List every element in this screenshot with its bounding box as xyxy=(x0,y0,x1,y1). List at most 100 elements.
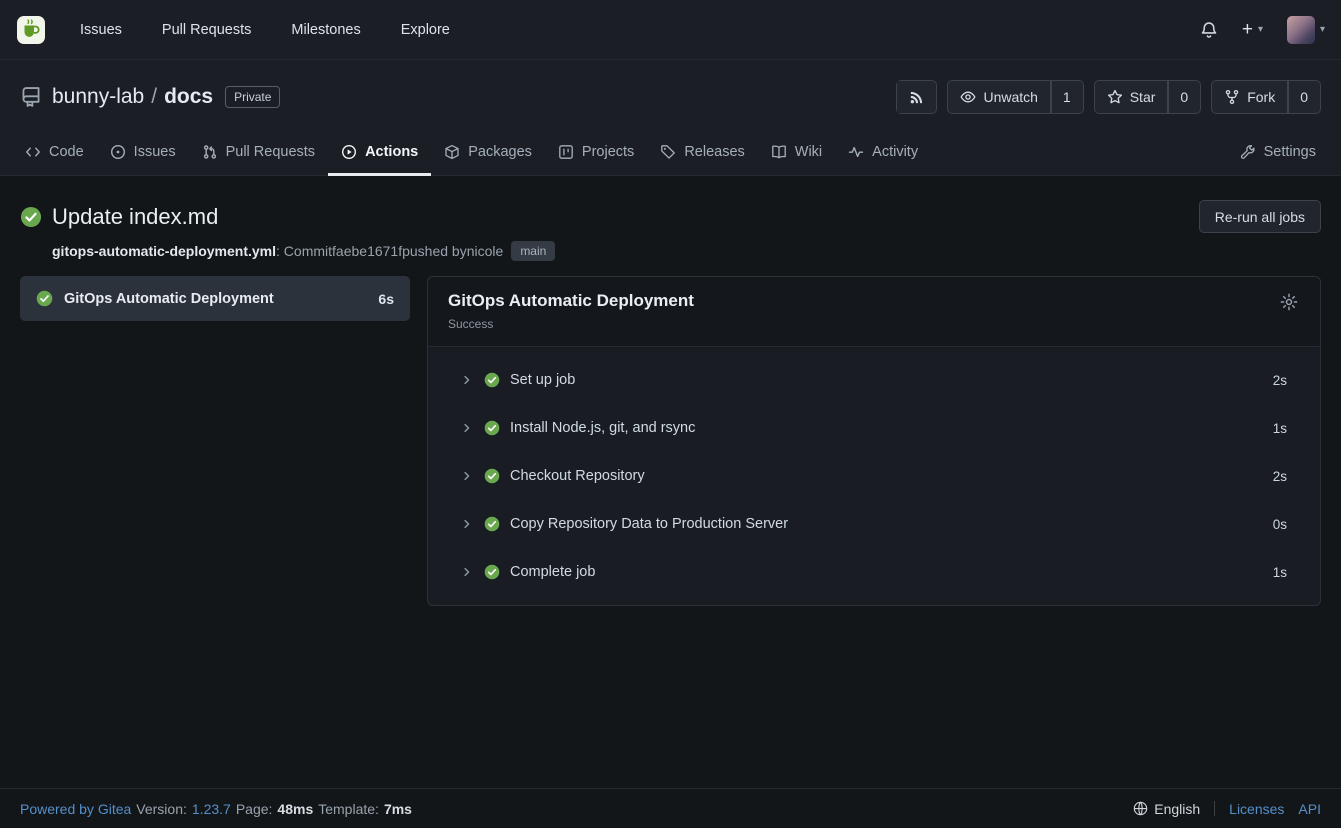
template-time: 7ms xyxy=(384,801,412,817)
actions-icon xyxy=(341,144,357,160)
nav-item-milestones[interactable]: Milestones xyxy=(271,0,380,60)
powered-by-link[interactable]: Powered by Gitea xyxy=(20,801,131,817)
tab-activity[interactable]: Activity xyxy=(835,130,931,176)
repository-icon xyxy=(20,86,42,108)
rerun-all-jobs-button[interactable]: Re-run all jobs xyxy=(1199,200,1321,233)
globe-icon xyxy=(1133,801,1148,816)
top-navbar: Issues Pull Requests Milestones Explore … xyxy=(0,0,1341,60)
step-name: Complete job xyxy=(510,564,1273,580)
job-sidebar: GitOps Automatic Deployment 6s xyxy=(20,276,410,321)
star-icon xyxy=(1107,89,1123,105)
licenses-link[interactable]: Licenses xyxy=(1229,801,1284,817)
package-icon xyxy=(444,144,460,160)
plus-icon: + xyxy=(1242,20,1253,39)
tab-wiki[interactable]: Wiki xyxy=(758,130,835,176)
repo-title: bunny-lab / docs xyxy=(52,85,213,109)
bell-icon xyxy=(1200,21,1218,39)
footer: Powered by Gitea Version: 1.23.7 Page: 4… xyxy=(0,788,1341,828)
repo-name-link[interactable]: docs xyxy=(164,85,213,109)
tools-icon xyxy=(1240,144,1256,160)
primary-nav: Issues Pull Requests Milestones Explore xyxy=(60,0,470,60)
tab-releases[interactable]: Releases xyxy=(647,130,757,176)
gitea-logo[interactable] xyxy=(16,15,46,45)
version-link[interactable]: 1.23.7 xyxy=(192,801,231,817)
pull-request-icon xyxy=(202,144,218,160)
repo-separator: / xyxy=(151,85,157,109)
step-name: Install Node.js, git, and rsync xyxy=(510,420,1273,436)
run-title-row: Update index.md Re-run all jobs xyxy=(20,200,1321,233)
tab-projects[interactable]: Projects xyxy=(545,130,647,176)
run-subtitle: gitops-automatic-deployment.yml: Commit … xyxy=(52,241,1321,261)
avatar xyxy=(1287,16,1315,44)
fork-group: Fork 0 xyxy=(1211,80,1321,114)
step-row-copy-data[interactable]: Copy Repository Data to Production Serve… xyxy=(428,500,1320,548)
step-success-check-icon xyxy=(484,420,500,436)
tab-issues[interactable]: Issues xyxy=(97,130,189,176)
chevron-right-icon xyxy=(461,470,473,482)
fork-button[interactable]: Fork xyxy=(1211,80,1288,114)
pushed-by-text: pushed by xyxy=(402,243,467,259)
watchers-count[interactable]: 1 xyxy=(1051,80,1084,114)
nav-item-issues[interactable]: Issues xyxy=(60,0,142,60)
repo-header: bunny-lab / docs Private xyxy=(0,60,1341,176)
tab-packages[interactable]: Packages xyxy=(431,130,545,176)
step-row-checkout[interactable]: Checkout Repository 2s xyxy=(428,452,1320,500)
star-button[interactable]: Star xyxy=(1094,80,1169,114)
job-success-check-icon xyxy=(36,290,53,307)
repo-owner-link[interactable]: bunny-lab xyxy=(52,85,144,109)
job-list-item[interactable]: GitOps Automatic Deployment 6s xyxy=(20,276,410,321)
rss-group xyxy=(896,80,937,114)
step-row-setup-job[interactable]: Set up job 2s xyxy=(428,356,1320,404)
step-name: Checkout Repository xyxy=(510,468,1273,484)
tag-icon xyxy=(660,144,676,160)
version-label: Version: xyxy=(136,801,187,817)
job-status: Success xyxy=(448,317,694,331)
step-row-complete-job[interactable]: Complete job 1s xyxy=(428,548,1320,596)
chevron-right-icon xyxy=(461,374,473,386)
job-panel-title: GitOps Automatic Deployment xyxy=(448,291,694,311)
language-menu[interactable]: English xyxy=(1133,801,1200,817)
workflow-file-link[interactable]: gitops-automatic-deployment.yml xyxy=(52,243,276,259)
step-success-check-icon xyxy=(484,372,500,388)
run-body: GitOps Automatic Deployment 6s GitOps Au… xyxy=(20,276,1321,606)
notifications-button[interactable] xyxy=(1200,21,1218,39)
step-name: Set up job xyxy=(510,372,1273,388)
step-success-check-icon xyxy=(484,516,500,532)
user-menu[interactable]: ▾ xyxy=(1287,16,1325,44)
run-content: Update index.md Re-run all jobs gitops-a… xyxy=(0,176,1341,788)
page-time: 48ms xyxy=(277,801,313,817)
commit-author[interactable]: nicole xyxy=(467,243,504,259)
fork-label: Fork xyxy=(1247,89,1275,105)
tab-label: Issues xyxy=(134,144,176,160)
step-success-check-icon xyxy=(484,564,500,580)
step-duration: 1s xyxy=(1273,565,1287,580)
star-label: Star xyxy=(1130,89,1156,105)
tab-label: Releases xyxy=(684,144,744,160)
page-label: Page: xyxy=(236,801,273,817)
rss-button[interactable] xyxy=(896,80,937,114)
forks-count[interactable]: 0 xyxy=(1288,80,1321,114)
template-label: Template: xyxy=(318,801,379,817)
rss-icon xyxy=(909,90,924,105)
stars-count[interactable]: 0 xyxy=(1168,80,1201,114)
repo-actions: Unwatch 1 Star 0 xyxy=(896,80,1321,114)
tab-actions[interactable]: Actions xyxy=(328,130,431,176)
eye-icon xyxy=(960,89,976,105)
job-options-button[interactable] xyxy=(1278,291,1300,313)
tab-pull-requests[interactable]: Pull Requests xyxy=(189,130,328,176)
api-link[interactable]: API xyxy=(1298,801,1321,817)
create-new-menu[interactable]: + ▾ xyxy=(1242,20,1263,39)
repo-tabs: Code Issues Pull Requests Actions xyxy=(0,130,1341,176)
tab-settings[interactable]: Settings xyxy=(1227,130,1329,176)
tab-code[interactable]: Code xyxy=(12,130,97,176)
gear-icon xyxy=(1280,293,1298,311)
steps-list: Set up job 2s Install Node.js, git, and … xyxy=(428,347,1320,605)
nav-item-explore[interactable]: Explore xyxy=(381,0,470,60)
commit-sha[interactable]: faebe1671f xyxy=(332,243,402,259)
branch-badge[interactable]: main xyxy=(511,241,555,261)
unwatch-button[interactable]: Unwatch xyxy=(947,80,1050,114)
step-row-install[interactable]: Install Node.js, git, and rsync 1s xyxy=(428,404,1320,452)
project-icon xyxy=(558,144,574,160)
footer-right: English Licenses API xyxy=(1133,801,1321,817)
nav-item-pull-requests[interactable]: Pull Requests xyxy=(142,0,271,60)
